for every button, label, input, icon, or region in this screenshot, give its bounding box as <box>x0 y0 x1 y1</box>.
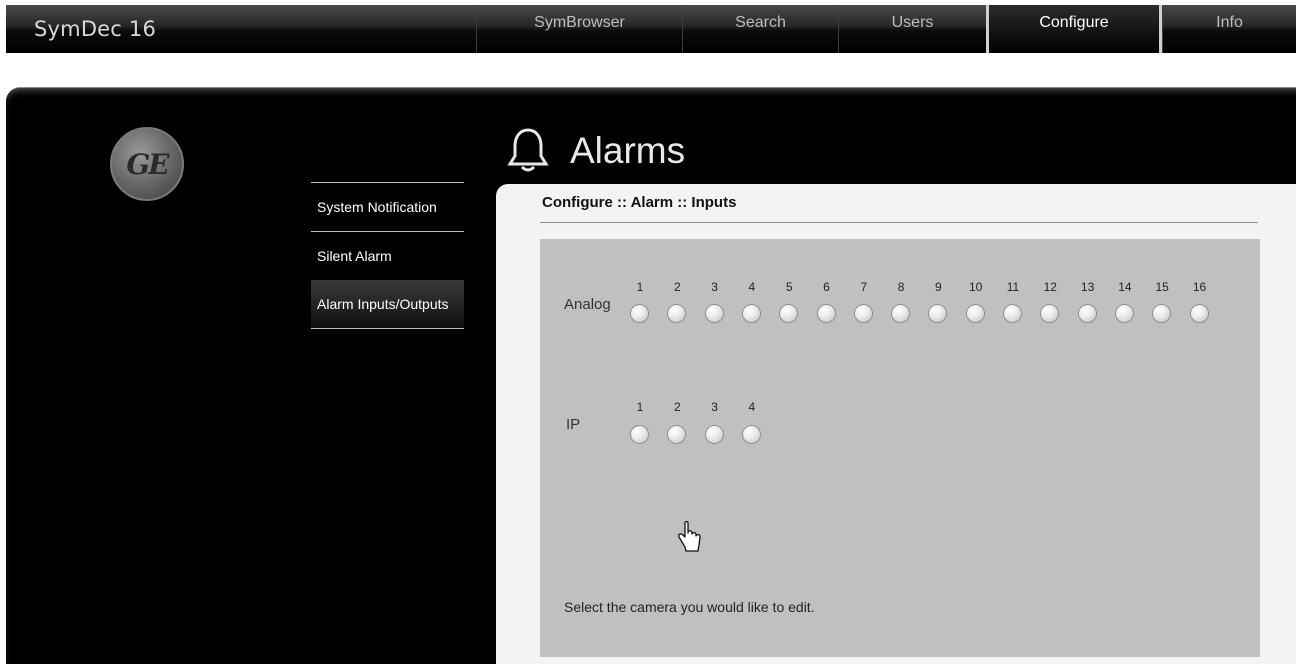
ip-channel-number: 4 <box>748 400 756 414</box>
menu-item-label: Silent Alarm <box>317 248 392 264</box>
ip-channel-number: 2 <box>673 400 681 414</box>
analog-channel-number: 11 <box>1006 280 1020 294</box>
analog-channel-number: 10 <box>969 280 983 294</box>
analog-row-label: Analog <box>564 296 611 313</box>
app-title: SymDec 16 <box>34 17 157 41</box>
side-menu: System Notification Silent Alarm Alarm I… <box>311 182 464 329</box>
tab-users[interactable]: Users <box>838 5 986 53</box>
tab-label: Configure <box>1039 14 1109 31</box>
analog-channel-number: 7 <box>860 280 868 294</box>
analog-channel-radio[interactable] <box>1003 304 1022 323</box>
bell-icon <box>507 128 549 172</box>
analog-channel-number: 13 <box>1080 280 1095 294</box>
analog-channel-number: 2 <box>673 280 681 294</box>
menu-item-label: System Notification <box>317 199 437 215</box>
analog-channel-number: 12 <box>1043 280 1057 294</box>
analog-channel-radio[interactable] <box>1077 304 1097 323</box>
alarm-inputs-panel <box>540 239 1260 657</box>
analog-channel-number: 5 <box>785 280 793 294</box>
analog-channel-radio[interactable] <box>891 304 911 323</box>
analog-channel-number: 4 <box>748 280 756 294</box>
tab-configure[interactable]: Configure <box>986 5 1162 53</box>
analog-channel-number: 6 <box>823 280 830 294</box>
analog-channel-number: 3 <box>711 280 718 294</box>
page-title: Alarms <box>570 130 686 171</box>
top-nav-bar: SymDec 16 SymBrowser Search Users Config… <box>6 5 1296 53</box>
analog-channel-number: 1 <box>636 280 644 294</box>
analog-channel-radio[interactable] <box>1114 304 1134 323</box>
tab-symbrowser[interactable]: SymBrowser <box>476 5 682 53</box>
analog-channel-radio[interactable] <box>965 304 985 323</box>
menu-item-system-notification[interactable]: System Notification <box>311 183 464 231</box>
ip-channel-radio[interactable] <box>630 425 649 444</box>
analog-channel-number: 16 <box>1192 280 1207 294</box>
ge-logo: GE <box>110 127 184 201</box>
analog-channel-radio[interactable] <box>704 304 724 323</box>
breadcrumb-divider <box>540 222 1258 223</box>
analog-channel-radio[interactable] <box>630 304 649 323</box>
tab-label: Users <box>891 14 934 31</box>
ip-channel-number: 1 <box>636 400 644 414</box>
analog-channel-number: 15 <box>1155 280 1169 294</box>
tab-label: Info <box>1216 14 1243 31</box>
hand-pointer-cursor <box>678 521 701 552</box>
menu-divider <box>311 328 464 329</box>
tab-search[interactable]: Search <box>682 5 838 53</box>
instruction-text: Select the camera you would like to edit… <box>564 599 815 615</box>
menu-item-alarm-inputs-outputs[interactable]: Alarm Inputs/Outputs <box>311 280 464 328</box>
ip-channel-radio[interactable] <box>704 425 724 444</box>
analog-channel-radio[interactable] <box>1189 304 1209 323</box>
tab-info[interactable]: Info <box>1162 5 1296 53</box>
ge-logo-mark: GE <box>126 147 169 181</box>
tab-label: Search <box>735 14 786 31</box>
analog-channel-number: 14 <box>1118 280 1132 294</box>
menu-item-silent-alarm[interactable]: Silent Alarm <box>311 232 464 280</box>
analog-channel-radio[interactable] <box>816 304 836 323</box>
menu-item-label: Alarm Inputs/Outputs <box>317 296 449 312</box>
ip-channel-number: 3 <box>711 400 718 414</box>
analog-channel-radio[interactable] <box>741 304 761 323</box>
ip-channel-radio[interactable] <box>741 425 761 444</box>
ip-row-label: IP <box>566 416 581 433</box>
breadcrumb: Configure :: Alarm :: Inputs <box>542 194 737 211</box>
tab-label: SymBrowser <box>534 14 625 31</box>
analog-channel-radio[interactable] <box>853 304 873 323</box>
analog-channel-number: 9 <box>935 280 942 294</box>
analog-channel-number: 8 <box>897 280 905 294</box>
